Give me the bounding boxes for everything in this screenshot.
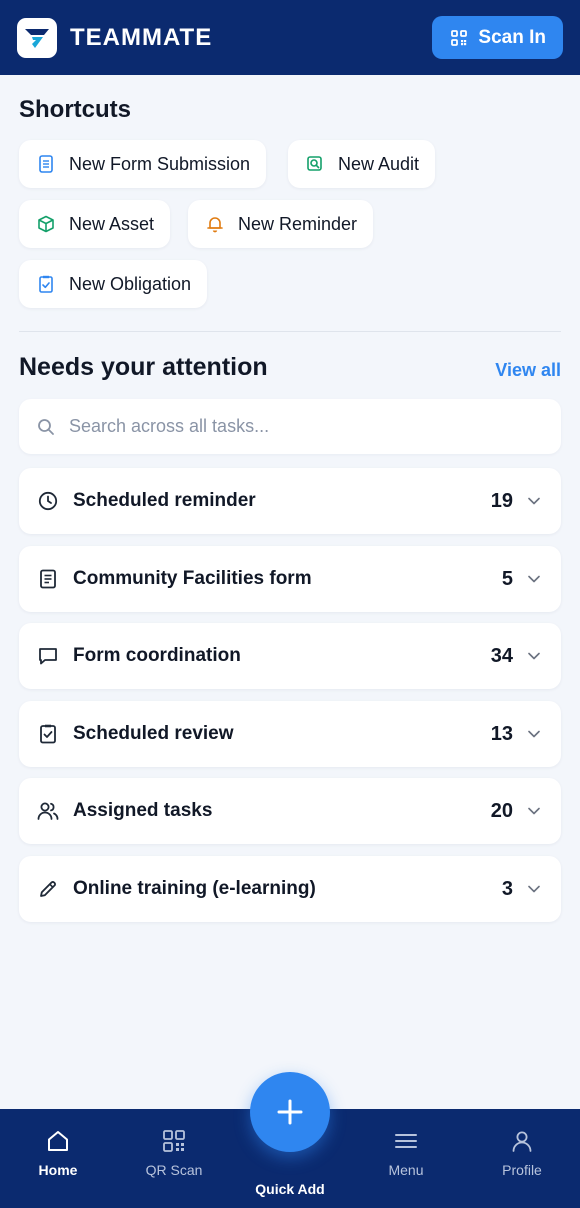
users-icon (37, 800, 59, 822)
nav-menu[interactable]: Menu (348, 1109, 464, 1208)
task-count: 5 (501, 567, 513, 590)
nav-qr-scan[interactable]: QR Scan (116, 1109, 232, 1208)
nav-profile[interactable]: Profile (464, 1109, 580, 1208)
task-count: 19 (490, 489, 513, 512)
scan-in-label: Scan In (478, 26, 546, 48)
chevron-down-icon[interactable] (527, 804, 541, 818)
brand-name: TEAMMATE (70, 23, 213, 51)
nav-menu-label: Menu (388, 1162, 424, 1178)
qr-grid-icon (162, 1128, 186, 1154)
attention-title: Needs your attention (19, 353, 268, 381)
task-label: Assigned tasks (73, 800, 213, 821)
shortcut-new-reminder[interactable]: New Reminder (188, 200, 374, 248)
shortcuts-title: Shortcuts (19, 96, 132, 123)
shortcut-new-asset[interactable]: New Asset (19, 200, 171, 248)
audit-search-icon (306, 155, 324, 173)
task-row-form-coordination[interactable]: Form coordination 34 (19, 623, 561, 689)
task-row-assigned-tasks[interactable]: Assigned tasks 20 (19, 778, 561, 844)
quick-add-button[interactable] (250, 1072, 330, 1152)
task-label: Scheduled reminder (73, 490, 256, 511)
task-search-box[interactable] (19, 399, 561, 454)
search-icon (38, 418, 54, 435)
task-label: Form coordination (73, 645, 241, 666)
box-icon (37, 215, 55, 233)
view-all-link[interactable]: View all (495, 360, 561, 381)
shortcut-label: New Reminder (238, 213, 358, 234)
nav-qr-scan-label: QR Scan (145, 1162, 203, 1178)
shortcut-label: New Obligation (69, 273, 192, 294)
task-row-online-training[interactable]: Online training (e-learning) 3 (19, 856, 561, 922)
plus-icon (277, 1099, 303, 1125)
menu-icon (394, 1128, 418, 1154)
scan-in-button[interactable]: Scan In (432, 16, 563, 59)
section-divider (19, 331, 561, 332)
chevron-down-icon[interactable] (527, 727, 541, 741)
shortcut-new-obligation[interactable]: New Obligation (19, 260, 208, 308)
nav-profile-label: Profile (502, 1162, 542, 1178)
task-label: Community Facilities form (73, 568, 312, 589)
nav-home[interactable]: Home (0, 1109, 116, 1208)
user-icon (510, 1128, 534, 1154)
form-icon (37, 568, 59, 590)
app-root: TEAMMATE Scan In Shortcuts New Form Subm… (0, 0, 580, 1208)
top-bar: TEAMMATE Scan In (0, 0, 580, 75)
shortcut-label: New Form Submission (69, 153, 251, 174)
nav-home-label: Home (38, 1162, 78, 1178)
teammate-logo-icon (17, 17, 57, 58)
document-icon (37, 155, 55, 173)
task-label: Scheduled review (73, 723, 234, 744)
task-row-community-facilities-form[interactable]: Community Facilities form 5 (19, 546, 561, 612)
chat-icon (37, 645, 59, 667)
chevron-down-icon[interactable] (527, 649, 541, 663)
pencil-icon (37, 878, 59, 900)
chevron-down-icon[interactable] (527, 494, 541, 508)
quick-add-label: Quick Add (255, 1181, 325, 1197)
clock-icon (37, 490, 59, 512)
task-count: 13 (490, 722, 513, 745)
task-count: 3 (501, 877, 513, 900)
shortcut-label: New Asset (69, 213, 155, 234)
brand[interactable]: TEAMMATE (17, 17, 213, 58)
shortcut-label: New Audit (338, 153, 420, 174)
bell-icon (206, 215, 224, 233)
qr-grid-icon (451, 29, 468, 46)
chevron-down-icon[interactable] (527, 572, 541, 586)
shortcut-new-form-submission[interactable]: New Form Submission (19, 140, 267, 188)
task-label: Online training (e-learning) (73, 878, 316, 899)
task-row-scheduled-review[interactable]: Scheduled review 13 (19, 701, 561, 767)
task-row-scheduled-reminder[interactable]: Scheduled reminder 19 (19, 468, 561, 534)
home-icon (46, 1128, 70, 1154)
clipboard-check-icon (37, 275, 55, 293)
task-count: 34 (490, 644, 513, 667)
shortcut-new-audit[interactable]: New Audit (288, 140, 436, 188)
chevron-down-icon[interactable] (527, 882, 541, 896)
task-count: 20 (490, 799, 513, 822)
search-input[interactable] (69, 416, 509, 437)
clipboard-check-icon (37, 723, 59, 745)
